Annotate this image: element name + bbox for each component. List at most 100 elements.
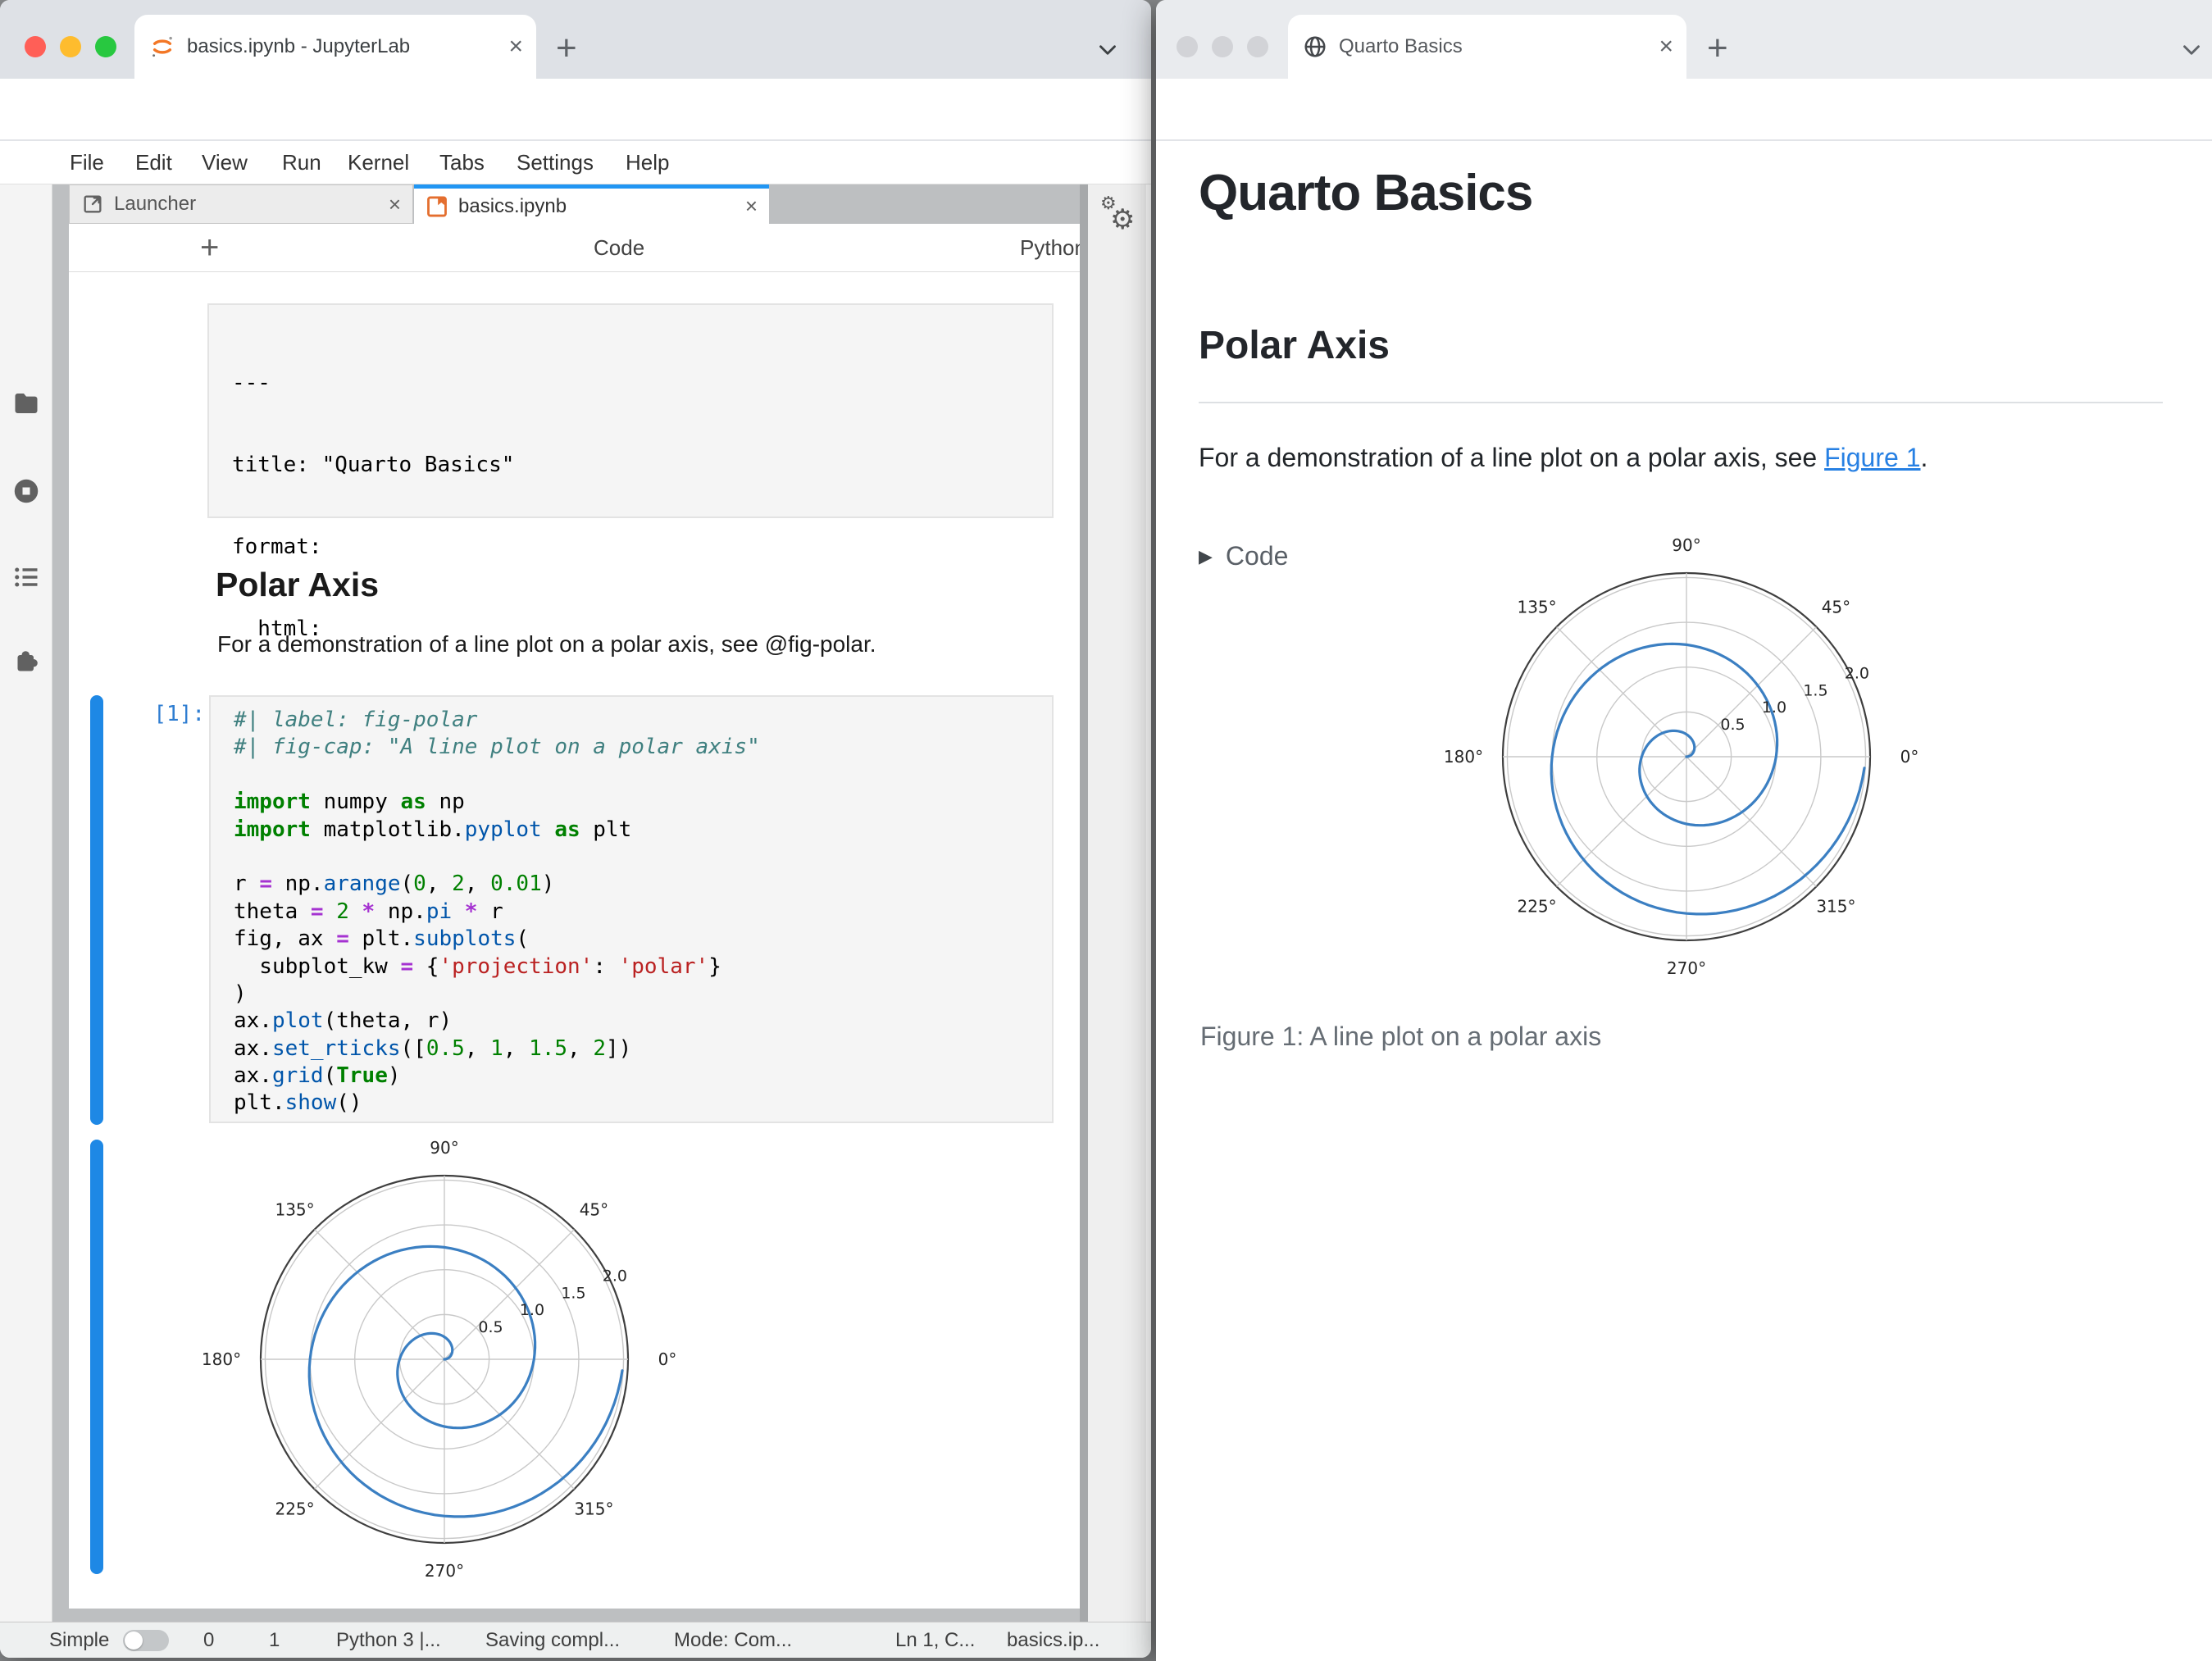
- markdown-heading: Polar Axis: [216, 566, 380, 603]
- running-kernels-icon[interactable]: [11, 476, 41, 506]
- svg-text:0°: 0°: [1900, 747, 1919, 767]
- polar-plot-figure: 0° 45° 90° 135° 180° 225° 270° 315° 0.5 1.0 1.5 2.0: [1444, 535, 1918, 978]
- file-browser-icon[interactable]: [11, 389, 41, 418]
- globe-icon: [1304, 36, 1326, 57]
- new-tab-button[interactable]: +: [1707, 28, 1728, 69]
- kernel-count[interactable]: 1: [269, 1622, 280, 1658]
- insert-cell-icon[interactable]: +: [200, 224, 219, 271]
- code-line: import numpy as np: [234, 790, 465, 815]
- svg-text:1.5: 1.5: [561, 1284, 585, 1302]
- minimize-window-button[interactable]: [1212, 36, 1233, 57]
- input-collapser[interactable]: [90, 695, 103, 1125]
- cursor-position[interactable]: Ln 1, C...: [895, 1622, 975, 1658]
- quarto-browser-window: Quarto Basics × + ← → localhost:4479 Qua…: [1156, 0, 2212, 1661]
- right-sidebar: ⚙ ⚙: [1088, 184, 1146, 1622]
- statusbar-filename: basics.ip...: [1007, 1629, 1100, 1651]
- menu-view[interactable]: View: [202, 141, 248, 184]
- close-window-button[interactable]: [25, 36, 46, 57]
- jupyterlab-menubar: File Edit View Run Kernel Tabs Settings …: [0, 141, 1151, 317]
- figure-caption: Figure 1: A line plot on a polar axis: [1200, 1022, 1602, 1051]
- code-line: #| label: fig-polar: [234, 708, 478, 732]
- jupyterlab-browser-window: basics.ipynb - JupyterLab × + ← → localh…: [0, 0, 1151, 1658]
- menu-kernel[interactable]: Kernel: [348, 141, 409, 184]
- cell-type-dropdown[interactable]: Code: [594, 224, 644, 271]
- menu-edit[interactable]: Edit: [135, 141, 172, 184]
- svg-text:270°: 270°: [425, 1561, 464, 1581]
- minimize-window-button[interactable]: [60, 36, 81, 57]
- extension-manager-icon[interactable]: [11, 645, 41, 675]
- menu-help[interactable]: Help: [626, 141, 669, 184]
- svg-text:1.5: 1.5: [1803, 681, 1827, 699]
- svg-text:0.5: 0.5: [1720, 716, 1745, 734]
- tab-search-chevron-icon[interactable]: [2178, 36, 2205, 64]
- quarto-page: Quarto Basics Polar Axis For a demonstra…: [1156, 141, 2212, 1661]
- sidebar-divider[interactable]: [1080, 184, 1088, 1622]
- notebook-toolbar: + Code Python 3: [69, 224, 1142, 483]
- svg-text:2.0: 2.0: [603, 1267, 627, 1285]
- browser-tab[interactable]: basics.ipynb - JupyterLab ×: [134, 15, 536, 79]
- command-mode-status[interactable]: Mode: Com...: [674, 1622, 792, 1658]
- svg-text:1.0: 1.0: [520, 1301, 544, 1319]
- property-inspector-gear-icon[interactable]: ⚙: [1110, 206, 1135, 234]
- browser-toolbar: ← → localhost:8888/lab/tree/basics.ipynb: [0, 79, 1151, 213]
- svg-text:315°: 315°: [1816, 896, 1855, 916]
- output-collapser[interactable]: [90, 1140, 103, 1574]
- tab-title: Quarto Basics: [1339, 35, 1463, 57]
- menu-run[interactable]: Run: [282, 141, 321, 184]
- execution-count: [1]:: [153, 702, 205, 726]
- menu-tabs[interactable]: Tabs: [439, 141, 485, 184]
- tab-search-chevron-icon[interactable]: [1094, 36, 1122, 64]
- svg-text:225°: 225°: [1517, 896, 1556, 916]
- code-line: r = np.arange(0, 2, 0.01): [234, 871, 555, 897]
- page-title: Quarto Basics: [1199, 165, 1533, 221]
- kernel-status-text[interactable]: Python 3 |...: [336, 1622, 441, 1658]
- close-tab-icon[interactable]: ×: [508, 34, 523, 59]
- terminal-count[interactable]: 0: [203, 1622, 214, 1658]
- close-window-button[interactable]: [1177, 36, 1198, 57]
- browser-tab-strip: basics.ipynb - JupyterLab × +: [0, 0, 1151, 79]
- svg-text:270°: 270°: [1667, 958, 1706, 978]
- polar-plot-output: 0° 45° 90° 135° 180° 225° 270° 315° 0.5 1.0 1.5 2.0: [202, 1138, 676, 1581]
- simple-mode-toggle[interactable]: [123, 1630, 169, 1651]
- figure-1-link[interactable]: Figure 1: [1824, 443, 1920, 472]
- new-tab-button[interactable]: +: [556, 28, 577, 69]
- jupyter-favicon: [152, 36, 172, 57]
- svg-text:0°: 0°: [658, 1349, 677, 1369]
- markdown-paragraph: For a demonstration of a line plot on a …: [217, 631, 876, 657]
- section-divider: [1199, 402, 2163, 403]
- browser-tab[interactable]: Quarto Basics ×: [1288, 15, 1686, 79]
- saving-status: Saving compl...: [485, 1629, 621, 1651]
- body-paragraph: For a demonstration of a line plot on a …: [1199, 443, 1928, 472]
- kernel-name[interactable]: Python 3: [1020, 224, 1086, 307]
- code-line: fig, ax = plt.subplots(: [234, 926, 530, 952]
- svg-text:2.0: 2.0: [1845, 664, 1869, 682]
- code-line: ): [234, 981, 247, 1006]
- notebook-scroll-area[interactable]: --- title: "Quarto Basics" format: html:…: [69, 272, 1080, 1609]
- svg-text:135°: 135°: [1517, 598, 1556, 617]
- svg-text:135°: 135°: [275, 1200, 314, 1220]
- close-tab-icon[interactable]: ×: [1659, 34, 1673, 59]
- code-line: import matplotlib.pyplot as plt: [234, 817, 632, 842]
- svg-text:90°: 90°: [1672, 535, 1700, 555]
- svg-text:45°: 45°: [580, 1200, 608, 1220]
- menu-file[interactable]: File: [70, 141, 104, 184]
- table-of-contents-icon[interactable]: [11, 562, 41, 592]
- code-cell-editor[interactable]: #| label: fig-polar #| fig-cap: "A line p…: [209, 695, 1054, 1123]
- jupyterlab-statusbar: Simple 0 $_ 1 Python 3 |... Saving compl…: [0, 1622, 1151, 1658]
- code-line: theta = 2 * np.pi * r: [234, 899, 503, 924]
- code-fold-summary[interactable]: ▶ Code: [1199, 541, 1288, 571]
- code-line: plt.show(): [234, 1090, 362, 1116]
- left-sidebar: [0, 184, 52, 1622]
- zoom-window-button[interactable]: [1247, 36, 1268, 57]
- code-line: ax.plot(theta, r): [234, 1008, 453, 1034]
- svg-text:225°: 225°: [275, 1499, 314, 1518]
- svg-text:180°: 180°: [202, 1349, 241, 1369]
- raw-cell-yaml[interactable]: --- title: "Quarto Basics" format: html:…: [207, 303, 1054, 888]
- menu-settings[interactable]: Settings: [517, 141, 594, 184]
- simple-mode-label: Simple: [49, 1629, 110, 1651]
- code-line: ax.set_rticks([0.5, 1, 1.5, 2]): [234, 1035, 632, 1061]
- zoom-window-button[interactable]: [95, 36, 116, 57]
- section-heading: Polar Axis: [1199, 324, 1390, 367]
